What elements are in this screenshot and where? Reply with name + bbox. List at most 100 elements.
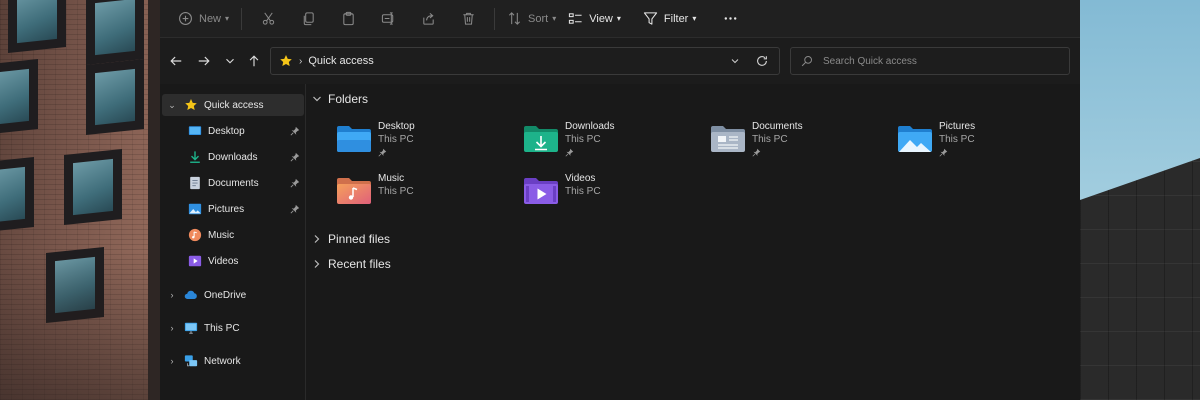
chevron-down-icon: ▾ xyxy=(552,14,557,23)
documents-folder-icon xyxy=(711,126,745,152)
folder-tile-desktop[interactable]: Desktop This PC xyxy=(336,120,516,160)
chevron-right-icon[interactable]: › xyxy=(166,356,178,366)
folders-group-header[interactable]: Folders xyxy=(312,92,368,106)
wallpaper-right xyxy=(1080,0,1200,400)
folder-tile-pictures[interactable]: Pictures This PC xyxy=(897,120,1077,160)
sidebar-item-music[interactable]: Music xyxy=(162,224,304,246)
wallpaper-left xyxy=(0,0,160,400)
delete-button[interactable] xyxy=(448,4,488,34)
view-list-icon xyxy=(569,13,582,24)
sidebar-item-label: Videos xyxy=(208,255,239,267)
folder-location: This PC xyxy=(378,134,414,145)
rename-button[interactable] xyxy=(368,4,408,34)
sidebar-item-onedrive[interactable]: › OneDrive xyxy=(162,284,304,306)
pin-icon[interactable] xyxy=(290,126,300,136)
up-button[interactable] xyxy=(246,53,262,69)
folder-location: This PC xyxy=(378,186,414,197)
sidebar-item-downloads[interactable]: Downloads xyxy=(162,146,304,168)
folder-tile-documents[interactable]: Documents This PC xyxy=(710,120,890,160)
pin-icon[interactable] xyxy=(290,178,300,188)
more-options-button[interactable] xyxy=(710,4,750,34)
folder-location: This PC xyxy=(565,186,601,197)
sidebar-item-documents[interactable]: Documents xyxy=(162,172,304,194)
folder-location: This PC xyxy=(752,134,788,145)
plus-circle-icon xyxy=(179,12,192,25)
folder-tile-downloads[interactable]: Downloads This PC xyxy=(523,120,703,160)
folder-name: Pictures xyxy=(939,121,976,132)
pinned-files-heading: Pinned files xyxy=(328,232,391,246)
pin-icon xyxy=(565,148,574,157)
pin-icon[interactable] xyxy=(290,152,300,162)
sidebar-item-label: Quick access xyxy=(204,99,264,111)
divider xyxy=(241,7,243,30)
chevron-down-icon[interactable]: ⌄ xyxy=(166,100,178,111)
paste-button[interactable] xyxy=(328,4,368,34)
videos-folder-icon xyxy=(524,178,558,204)
pin-icon[interactable] xyxy=(290,204,300,214)
share-button[interactable] xyxy=(408,4,448,34)
sidebar-item-label: Music xyxy=(208,229,235,241)
chevron-down-icon xyxy=(313,96,321,102)
chevron-right-icon[interactable]: › xyxy=(166,290,178,300)
chevron-right-icon[interactable]: › xyxy=(166,323,178,333)
command-bar: New ▾ Sort ▾ View ▾ Filter ▾ xyxy=(160,0,1080,38)
divider xyxy=(494,7,496,30)
folder-tile-videos[interactable]: Videos This PC xyxy=(523,172,703,212)
recent-locations-button[interactable] xyxy=(222,53,238,69)
copy-button[interactable] xyxy=(288,4,328,34)
sidebar-item-label: Desktop xyxy=(208,125,245,137)
arrow-left-icon xyxy=(170,56,182,66)
sidebar-item-quick-access[interactable]: ⌄ Quick access xyxy=(162,94,304,116)
chevron-down-icon[interactable] xyxy=(729,55,741,67)
copy-icon xyxy=(303,12,314,26)
chevron-right-icon xyxy=(314,235,320,243)
folder-tile-music[interactable]: Music This PC xyxy=(336,172,516,212)
star-icon xyxy=(280,55,292,66)
recent-files-group-header[interactable]: Recent files xyxy=(312,257,391,271)
sidebar-item-label: Network xyxy=(204,355,241,367)
folder-location: This PC xyxy=(939,134,975,145)
forward-button[interactable] xyxy=(196,53,212,69)
star-icon xyxy=(185,99,197,110)
network-icon xyxy=(184,355,198,367)
filter-icon xyxy=(643,12,658,25)
back-button[interactable] xyxy=(168,53,184,69)
pin-icon xyxy=(752,148,761,157)
view-label: View xyxy=(589,12,613,25)
new-button[interactable]: New ▾ xyxy=(172,4,235,34)
pin-icon xyxy=(939,148,948,157)
folder-name: Documents xyxy=(752,121,803,132)
sidebar-item-network[interactable]: › Network xyxy=(162,350,304,372)
view-button[interactable]: View ▾ xyxy=(562,4,627,34)
search-box xyxy=(790,47,1070,75)
desktop-folder-icon xyxy=(337,126,371,152)
sidebar-item-pictures[interactable]: Pictures xyxy=(162,198,304,220)
sort-button[interactable]: Sort ▾ xyxy=(501,4,562,34)
filter-button[interactable]: Filter ▾ xyxy=(637,4,702,34)
sidebar-item-label: OneDrive xyxy=(204,289,247,301)
cut-button[interactable] xyxy=(248,4,288,34)
refresh-icon[interactable] xyxy=(755,54,769,68)
folders-heading: Folders xyxy=(328,92,369,106)
folder-name: Music xyxy=(378,173,405,184)
documents-icon xyxy=(190,176,200,190)
chevron-down-icon xyxy=(226,58,234,64)
scissors-icon xyxy=(262,12,274,25)
recent-files-heading: Recent files xyxy=(328,257,391,271)
music-icon xyxy=(188,228,202,242)
search-input[interactable] xyxy=(823,55,1053,67)
sidebar-item-this-pc[interactable]: › This PC xyxy=(162,317,304,339)
share-icon xyxy=(422,12,434,25)
desktop-icon xyxy=(188,126,202,135)
sidebar-item-videos[interactable]: Videos xyxy=(162,250,304,272)
new-label: New xyxy=(199,12,222,25)
sidebar-item-desktop[interactable]: Desktop xyxy=(162,120,304,142)
arrow-up-icon xyxy=(249,55,259,67)
breadcrumb-path[interactable]: Quick access xyxy=(308,55,373,67)
address-row: › Quick access xyxy=(160,38,1080,84)
pinned-files-group-header[interactable]: Pinned files xyxy=(312,232,390,246)
downloads-folder-icon xyxy=(524,126,558,152)
sidebar-item-label: This PC xyxy=(204,322,240,334)
address-bar[interactable]: › Quick access xyxy=(270,47,780,75)
pin-icon xyxy=(378,148,387,157)
